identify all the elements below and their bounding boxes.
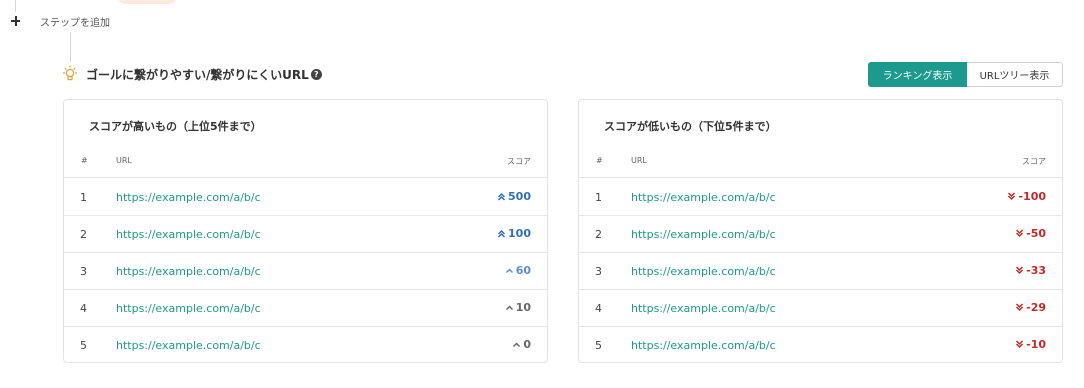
- card-title: スコアが低いもの（下位5件まで）: [604, 120, 777, 133]
- url-link[interactable]: https://example.com/a/b/c: [116, 228, 261, 241]
- row-rank: 1: [595, 191, 602, 204]
- url-link[interactable]: https://example.com/a/b/c: [116, 191, 261, 204]
- high-score-card: スコアが高いもの（上位5件まで） # URL スコア 1 https://exam…: [63, 99, 548, 363]
- score-number: -10: [1026, 338, 1046, 351]
- lightbulb-icon: [63, 65, 77, 81]
- row-rank: 3: [595, 265, 602, 278]
- score-number: 60: [515, 264, 531, 277]
- url-link[interactable]: https://example.com/a/b/c: [116, 265, 261, 278]
- url-link[interactable]: https://example.com/a/b/c: [631, 302, 776, 315]
- ranking-view-button[interactable]: ランキング表示: [868, 62, 967, 87]
- flow-connector-line: [70, 32, 71, 62]
- help-icon[interactable]: ?: [310, 68, 322, 80]
- row-rank: 5: [595, 339, 602, 352]
- url-link[interactable]: https://example.com/a/b/c: [631, 339, 776, 352]
- chevron-up-icon: [513, 342, 521, 348]
- double-chevron-down-icon: [1016, 340, 1024, 349]
- score-number: -50: [1026, 227, 1046, 240]
- low-score-card: スコアが低いもの（下位5件まで） # URL スコア 1 https://exam…: [578, 99, 1063, 363]
- score-number: -33: [1026, 264, 1046, 277]
- row-rank: 1: [80, 191, 87, 204]
- table-row: 4 https://example.com/a/b/c -29: [579, 290, 1062, 327]
- double-chevron-up-icon: [498, 192, 506, 201]
- url-link[interactable]: https://example.com/a/b/c: [631, 265, 776, 278]
- table-row: 4 https://example.com/a/b/c 10: [64, 290, 547, 327]
- score-number: 0: [523, 338, 531, 351]
- table-row: 3 https://example.com/a/b/c -33: [579, 253, 1062, 290]
- score-value: -10: [1015, 338, 1046, 351]
- row-rank: 5: [80, 339, 87, 352]
- score-number: 10: [515, 301, 531, 314]
- table-row: 5 https://example.com/a/b/c 0: [64, 327, 547, 364]
- table-row: 1 https://example.com/a/b/c -100: [579, 179, 1062, 216]
- table-row: 2 https://example.com/a/b/c -50: [579, 216, 1062, 253]
- column-header-score: スコア: [507, 157, 531, 166]
- score-value: 500: [497, 190, 531, 203]
- url-link[interactable]: https://example.com/a/b/c: [116, 339, 261, 352]
- view-toggle: ランキング表示 URLツリー表示: [868, 62, 1063, 87]
- row-rank: 4: [595, 302, 602, 315]
- add-step-button[interactable]: ステップを追加: [8, 12, 110, 30]
- score-value: 0: [512, 338, 531, 351]
- double-chevron-down-icon: [1016, 303, 1024, 312]
- row-rank: 4: [80, 302, 87, 315]
- table-row: 2 https://example.com/a/b/c 100: [64, 216, 547, 253]
- add-step-label: ステップを追加: [40, 17, 110, 29]
- score-value: -33: [1015, 264, 1046, 277]
- column-header-url: URL: [116, 156, 132, 165]
- score-number: 500: [508, 190, 531, 203]
- column-header-url: URL: [631, 156, 647, 165]
- double-chevron-up-icon: [498, 229, 506, 238]
- section-title: ゴールに繋がりやすい/繋がりにくいURL: [86, 67, 309, 82]
- url-tree-view-button[interactable]: URLツリー表示: [967, 62, 1063, 87]
- column-header-score: スコア: [1022, 157, 1046, 166]
- url-link[interactable]: https://example.com/a/b/c: [116, 302, 261, 315]
- score-value: 60: [505, 264, 531, 277]
- score-number: -29: [1026, 301, 1046, 314]
- plus-icon: [8, 13, 24, 29]
- double-chevron-down-icon: [1016, 266, 1024, 275]
- flow-connector-line: [15, 0, 16, 12]
- table-header: # URL スコア: [579, 149, 1062, 178]
- section-header: ゴールに繋がりやすい/繋がりにくいURL ?: [62, 64, 322, 84]
- row-rank: 2: [80, 228, 87, 241]
- url-link[interactable]: https://example.com/a/b/c: [631, 191, 776, 204]
- url-link[interactable]: https://example.com/a/b/c: [631, 228, 776, 241]
- card-title: スコアが高いもの（上位5件まで）: [89, 120, 262, 133]
- score-value: -50: [1015, 227, 1046, 240]
- table-row: 3 https://example.com/a/b/c 60: [64, 253, 547, 290]
- column-header-num: #: [596, 156, 603, 165]
- chevron-up-icon: [505, 268, 513, 274]
- table-row: 1 https://example.com/a/b/c 500: [64, 179, 547, 216]
- column-header-num: #: [81, 156, 88, 165]
- table-row: 5 https://example.com/a/b/c -10: [579, 327, 1062, 364]
- previous-step-card-edge: [116, 0, 178, 4]
- score-number: 100: [508, 227, 531, 240]
- score-value: -29: [1015, 301, 1046, 314]
- row-rank: 3: [80, 265, 87, 278]
- double-chevron-down-icon: [1008, 192, 1016, 201]
- double-chevron-down-icon: [1016, 229, 1024, 238]
- score-number: -100: [1018, 190, 1046, 203]
- chevron-up-icon: [505, 305, 513, 311]
- row-rank: 2: [595, 228, 602, 241]
- score-value: 100: [497, 227, 531, 240]
- table-header: # URL スコア: [64, 149, 547, 178]
- score-value: 10: [505, 301, 531, 314]
- score-value: -100: [1007, 190, 1046, 203]
